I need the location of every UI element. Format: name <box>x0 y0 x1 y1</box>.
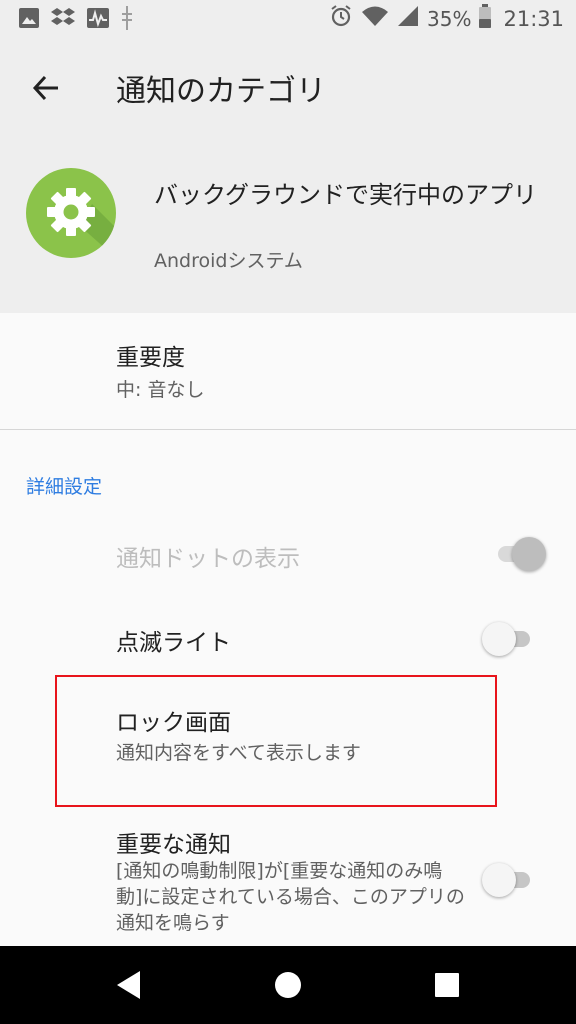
battery-icon <box>479 4 492 33</box>
status-bar-system: 35% 21:31 <box>329 4 564 33</box>
toggle-thumb <box>482 622 516 656</box>
navigation-bar <box>0 946 576 1024</box>
image-icon <box>18 7 40 33</box>
arrow-left-icon <box>32 75 58 101</box>
app-name: バックグラウンドで実行中のアプリ <box>154 181 538 209</box>
override-dnd-toggle[interactable] <box>482 862 534 898</box>
activity-icon <box>86 7 110 33</box>
highlight-box <box>55 675 497 807</box>
triangle-back-icon <box>117 971 140 999</box>
wifi-icon <box>361 5 389 32</box>
blink-light-title: 点滅ライト <box>116 630 231 656</box>
nav-back-button[interactable] <box>106 962 152 1008</box>
override-dnd-setting[interactable]: 重要な通知 [通知の鳴動制限]が[重要な通知のみ鳴動]に設定されている場合、この… <box>0 810 576 946</box>
circle-home-icon <box>275 972 301 998</box>
status-bar-notifications <box>18 5 134 35</box>
clock: 21:31 <box>503 6 564 31</box>
notification-dot-title: 通知ドットの表示 <box>116 546 300 572</box>
back-button[interactable] <box>24 66 68 110</box>
importance-value: 中: 音なし <box>116 379 205 401</box>
notification-dot-toggle[interactable] <box>494 536 546 572</box>
toggle-thumb <box>512 537 546 571</box>
usb-icon <box>120 5 134 35</box>
importance-setting[interactable]: 重要度 中: 音なし <box>0 313 576 429</box>
app-icon <box>26 168 116 258</box>
importance-title: 重要度 <box>116 345 185 371</box>
nav-recents-button[interactable] <box>424 962 470 1008</box>
blink-light-toggle[interactable] <box>482 621 534 657</box>
battery-percent: 35% <box>427 6 472 31</box>
signal-icon <box>397 5 419 32</box>
toggle-thumb <box>482 863 516 897</box>
square-recents-icon <box>435 973 459 997</box>
status-bar: 35% 21:31 <box>0 0 576 38</box>
divider <box>0 429 576 430</box>
override-dnd-subtitle: [通知の鳴動制限]が[重要な通知のみ鳴動]に設定されている場合、このアプリの通知… <box>116 860 465 934</box>
dropbox-icon <box>50 7 76 33</box>
page-title: 通知のカテゴリ <box>116 74 326 109</box>
nav-home-button[interactable] <box>265 962 311 1008</box>
app-subtitle: Androidシステム <box>154 250 303 272</box>
header: 通知のカテゴリ バックグラウンドで実行中のアプリ Androidシステム <box>0 38 576 313</box>
blink-light-setting[interactable]: 点滅ライト <box>0 598 576 678</box>
advanced-section-header: 詳細設定 <box>26 476 103 498</box>
alarm-icon <box>329 4 353 33</box>
notification-dot-setting[interactable]: 通知ドットの表示 <box>0 512 576 596</box>
gear-icon <box>47 188 116 258</box>
override-dnd-title: 重要な通知 <box>116 832 231 858</box>
